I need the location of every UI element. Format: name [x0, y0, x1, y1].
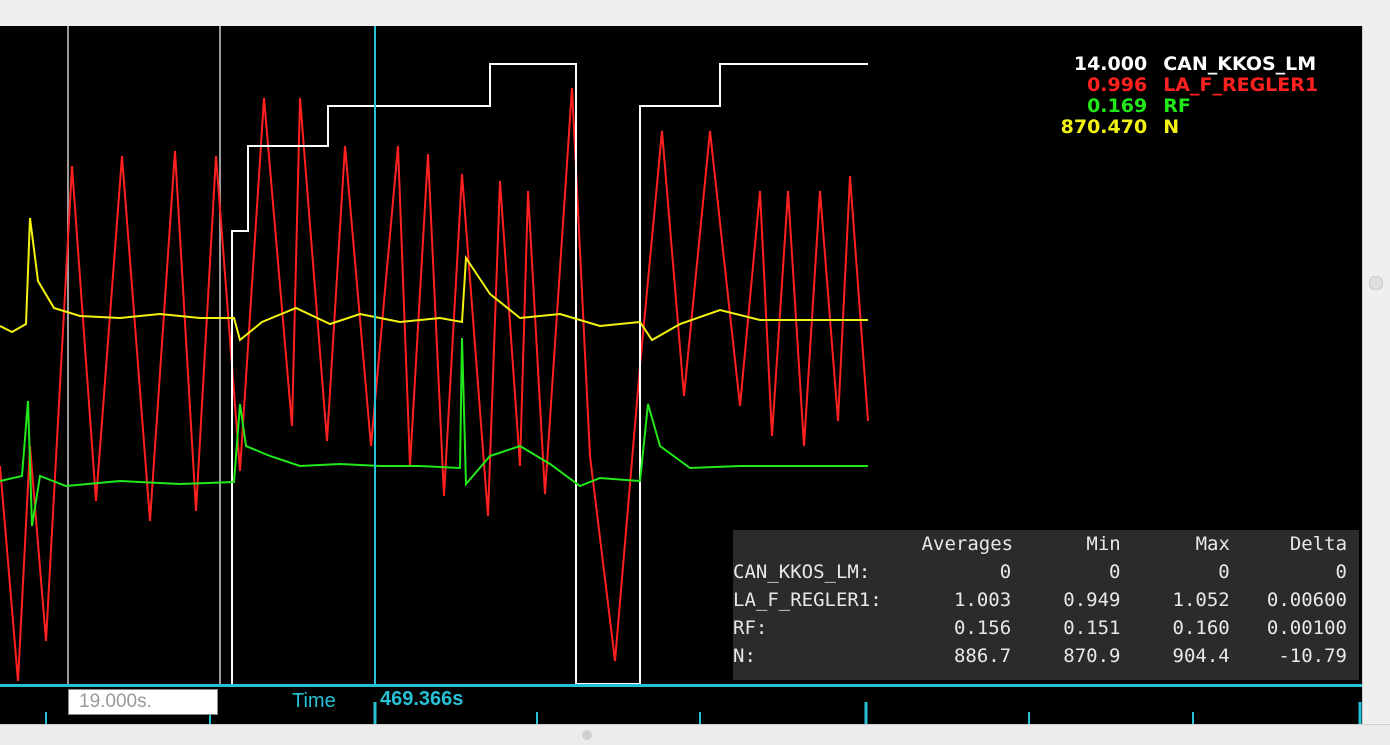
stats-header-row: Averages Min Max Delta: [733, 530, 1359, 558]
stats-min: 0.151: [1063, 617, 1121, 639]
top-strip: [0, 0, 1390, 27]
split-resize-handle[interactable]: [582, 730, 592, 740]
stats-header-min: Min: [1086, 533, 1121, 555]
stats-row: N: 886.7 870.9 904.4 -10.79: [733, 642, 1359, 670]
stats-average: 1.003: [953, 589, 1012, 611]
scroll-handle[interactable]: [1369, 276, 1383, 290]
legend-row[interactable]: 0.996 LA_F_REGLER1: [1000, 75, 1330, 96]
legend-value: 870.470: [1060, 116, 1148, 138]
legend-name: LA_F_REGLER1: [1163, 74, 1319, 96]
stats-delta: 0.00100: [1266, 617, 1347, 639]
stats-header-averages: Averages: [921, 533, 1014, 555]
stats-signal-label: RF:: [733, 617, 768, 639]
time-span-input[interactable]: 19.000s.: [68, 689, 218, 715]
stats-delta: 0: [1335, 561, 1347, 583]
signal-trace-rf: [0, 337, 868, 527]
stats-row: RF: 0.156 0.151 0.160 0.00100: [733, 614, 1359, 642]
legend-row[interactable]: 14.000 CAN_KKOS_LM: [1000, 54, 1330, 75]
cursor-time-value: 469.366s: [380, 688, 464, 710]
stats-signal-label: CAN_KKOS_LM:: [733, 561, 871, 583]
legend-name: RF: [1163, 95, 1191, 117]
stats-min: 0: [1109, 561, 1121, 583]
time-label: Time: [292, 690, 336, 712]
legend-row[interactable]: 0.169 RF: [1000, 96, 1330, 117]
stats-average: 0.156: [953, 617, 1012, 639]
legend-row[interactable]: 870.470 N: [1000, 117, 1330, 138]
stats-min: 0.949: [1063, 589, 1121, 611]
stats-average: 0: [999, 561, 1012, 583]
signal-plot-area[interactable]: 14.000 CAN_KKOS_LM 0.996 LA_F_REGLER1 0.…: [0, 26, 1362, 684]
stats-header-delta: Delta: [1289, 533, 1348, 555]
stats-min: 870.9: [1063, 645, 1121, 667]
stats-row: LA_F_REGLER1: 1.003 0.949 1.052 0.00600: [733, 586, 1359, 614]
legend-value: 0.996: [1087, 74, 1148, 96]
stats-header-max: Max: [1195, 533, 1230, 555]
stats-row: CAN_KKOS_LM: 0 0 0 0: [733, 558, 1359, 586]
legend-value: 14.000: [1073, 53, 1148, 75]
legend-name: CAN_KKOS_LM: [1163, 53, 1317, 75]
legend-name: N: [1163, 116, 1180, 138]
stats-signal-label: N:: [733, 645, 756, 667]
stats-signal-label: LA_F_REGLER1:: [733, 589, 882, 611]
stats-delta: -10.79: [1278, 645, 1347, 667]
stats-max: 0: [1218, 561, 1230, 583]
stats-average: 886.7: [953, 645, 1012, 667]
stats-delta: 0.00600: [1266, 589, 1347, 611]
stats-header-blank: [733, 530, 922, 558]
stats-max: 1.052: [1172, 589, 1230, 611]
bottom-strip: [0, 724, 1390, 745]
vertical-scrollbar[interactable]: [1362, 26, 1390, 724]
statistics-panel: Averages Min Max Delta CAN_KKOS_LM: 0 0 …: [733, 530, 1359, 680]
time-axis-bar[interactable]: 19.000s. Time 469.366s: [0, 684, 1362, 724]
legend-value: 0.169: [1087, 95, 1148, 117]
stats-max: 904.4: [1172, 645, 1230, 667]
signal-legend: 14.000 CAN_KKOS_LM 0.996 LA_F_REGLER1 0.…: [1000, 54, 1330, 138]
stats-max: 0.160: [1172, 617, 1230, 639]
